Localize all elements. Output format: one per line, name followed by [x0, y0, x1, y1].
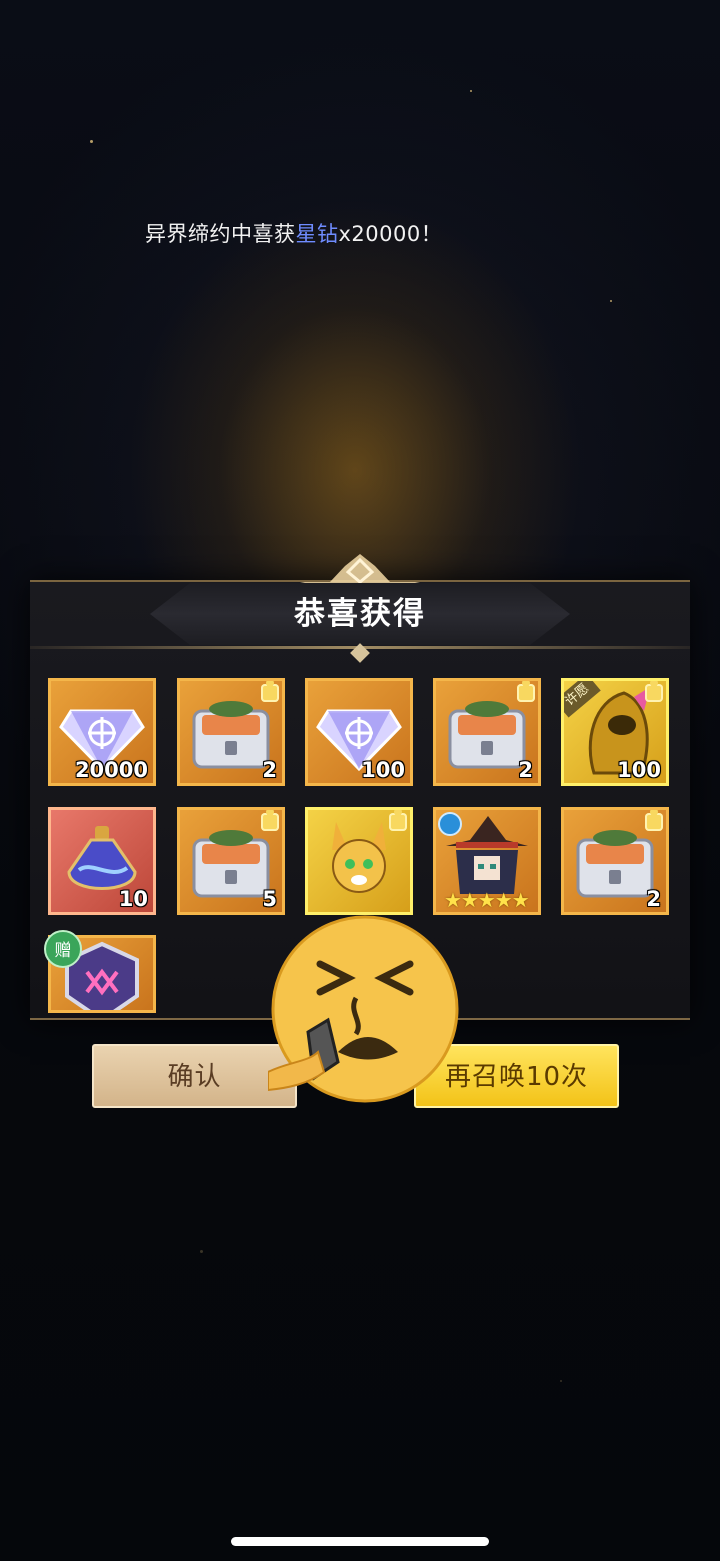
item-quantity: 20000 [74, 758, 148, 782]
item-quantity: 10 [118, 887, 148, 911]
puzzle-piece-icon [645, 810, 663, 831]
reward-item-6[interactable]: 10 [48, 807, 156, 915]
item-quantity: 100 [361, 758, 405, 782]
sparkle [470, 90, 472, 92]
puzzle-piece-icon [261, 681, 279, 702]
reward-item-10[interactable]: 2 [561, 807, 669, 915]
reward-item-9[interactable]: ★★★★★ [433, 807, 541, 915]
reward-item-2[interactable]: 2 [177, 678, 285, 786]
puzzle-piece-icon [389, 810, 407, 831]
item-quantity: 2 [646, 887, 661, 911]
item-quantity: 2 [518, 758, 533, 782]
item-quantity: 100 [617, 758, 661, 782]
ticker-highlight: 星钻 [295, 222, 339, 246]
sparkle [560, 1380, 562, 1382]
reward-item-7[interactable]: 5 [177, 807, 285, 915]
crown-ornament-icon [300, 554, 420, 586]
confirm-button[interactable]: 确认 [92, 1044, 297, 1108]
puzzle-piece-icon [517, 681, 535, 702]
announcement-ticker: 异界缔约中喜获星钻x20000！ [145, 218, 442, 248]
panel-title: 恭喜获得 [294, 596, 426, 632]
reward-item-5[interactable]: 许愿 100 [561, 678, 669, 786]
reward-item-3[interactable]: 100 [305, 678, 413, 786]
reward-item-1[interactable]: 20000 [48, 678, 156, 786]
puzzle-piece-icon [645, 681, 663, 702]
puzzle-piece-icon [261, 810, 279, 831]
sparkle [200, 1250, 203, 1253]
star-rating-icon: ★★★★★ [444, 888, 530, 912]
reward-item-4[interactable]: 2 [433, 678, 541, 786]
sparkle [90, 140, 93, 143]
element-badge-icon [438, 812, 462, 836]
item-quantity: 5 [262, 887, 277, 911]
gift-tag: 赠 [44, 930, 82, 968]
home-indicator[interactable] [231, 1537, 489, 1546]
grimace-emoji-icon [268, 915, 459, 1103]
ticker-prefix: 异界缔约中喜获 [145, 222, 296, 246]
reward-item-8[interactable] [305, 807, 413, 915]
sparkle [610, 300, 612, 302]
ticker-suffix: x20000！ [338, 222, 443, 246]
gacha-result-screen: 异界缔约中喜获星钻x20000！ 恭喜获得 20000 2 100 2 许愿 1… [0, 0, 720, 1561]
item-quantity: 2 [262, 758, 277, 782]
